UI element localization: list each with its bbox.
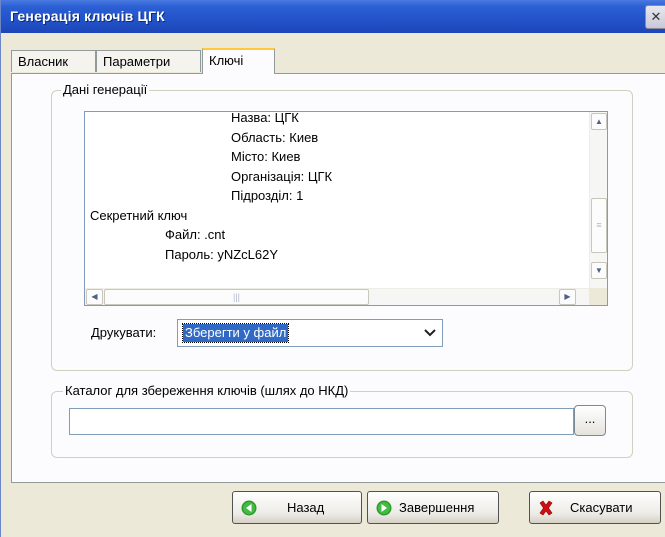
line-password: Пароль: yNZcL62Y: [165, 247, 279, 262]
cancel-label: Скасувати: [570, 500, 633, 515]
finish-label: Завершення: [399, 500, 475, 515]
window-title: Генерація ключів ЦГК: [10, 8, 165, 24]
line-city: Місто: Киев: [231, 149, 301, 164]
dialog-window: Генерація ключів ЦГК ✕ Власник Параметри…: [0, 0, 665, 537]
line-department: Підрозділ: 1: [231, 188, 304, 203]
tab-parameters[interactable]: Параметри: [96, 50, 201, 72]
print-label: Друкувати:: [91, 325, 157, 340]
scroll-down-button[interactable]: ▼: [591, 262, 607, 279]
finish-button[interactable]: Завершення: [367, 491, 499, 524]
print-select-value: Зберегти у файл: [181, 323, 290, 343]
arrow-left-icon: ◀: [91, 292, 98, 301]
back-label: Назад: [287, 500, 325, 515]
cross-icon: [539, 500, 553, 516]
catalog-legend: Каталог для збереження ключів (шлях до Н…: [63, 383, 351, 398]
arrow-down-icon: ▼: [595, 266, 603, 275]
generation-text: Назва: ЦГК Область: Киев Місто: Киев Орг…: [85, 112, 583, 289]
print-select[interactable]: Зберегти у файл: [177, 319, 443, 347]
generation-legend: Дані генерації: [61, 82, 150, 97]
title-bar[interactable]: Генерація ключів ЦГК ✕: [1, 0, 665, 33]
line-name: Назва: ЦГК: [231, 112, 299, 125]
horizontal-scroll-thumb[interactable]: |||: [104, 289, 369, 305]
tab-keys[interactable]: Ключі: [202, 48, 275, 74]
line-region: Область: Киев: [231, 130, 319, 145]
vertical-scroll-thumb[interactable]: ≡: [591, 198, 607, 253]
grip-icon: ≡: [596, 220, 602, 230]
arrow-left-circle-icon: [241, 500, 257, 516]
scroll-corner: [589, 288, 607, 305]
line-organization: Організація: ЦГК: [231, 169, 333, 184]
tab-owner[interactable]: Власник: [11, 50, 96, 72]
close-button[interactable]: ✕: [645, 5, 665, 29]
vertical-scrollbar[interactable]: ▲ ≡ ▼: [589, 112, 607, 289]
chevron-down-icon: [424, 329, 436, 337]
scroll-up-button[interactable]: ▲: [591, 113, 607, 130]
grip-icon: |||: [232, 292, 240, 302]
horizontal-scrollbar[interactable]: ◀ ||| ▶: [85, 288, 589, 305]
scroll-left-button[interactable]: ◀: [86, 289, 103, 305]
cancel-button[interactable]: Скасувати: [529, 491, 661, 524]
arrow-up-icon: ▲: [595, 117, 603, 126]
arrow-right-icon: ▶: [564, 292, 571, 301]
catalog-path-input[interactable]: [69, 408, 574, 435]
back-button[interactable]: Назад: [232, 491, 362, 524]
line-file: Файл: .cnt: [165, 227, 226, 242]
scroll-right-button[interactable]: ▶: [559, 289, 576, 305]
arrow-right-circle-icon: [376, 500, 392, 516]
close-icon: ✕: [650, 9, 662, 24]
line-secret-key: Секретний ключ: [90, 208, 188, 223]
generation-textarea[interactable]: Назва: ЦГК Область: Киев Місто: Киев Орг…: [84, 111, 608, 306]
browse-button[interactable]: ...: [574, 405, 606, 436]
